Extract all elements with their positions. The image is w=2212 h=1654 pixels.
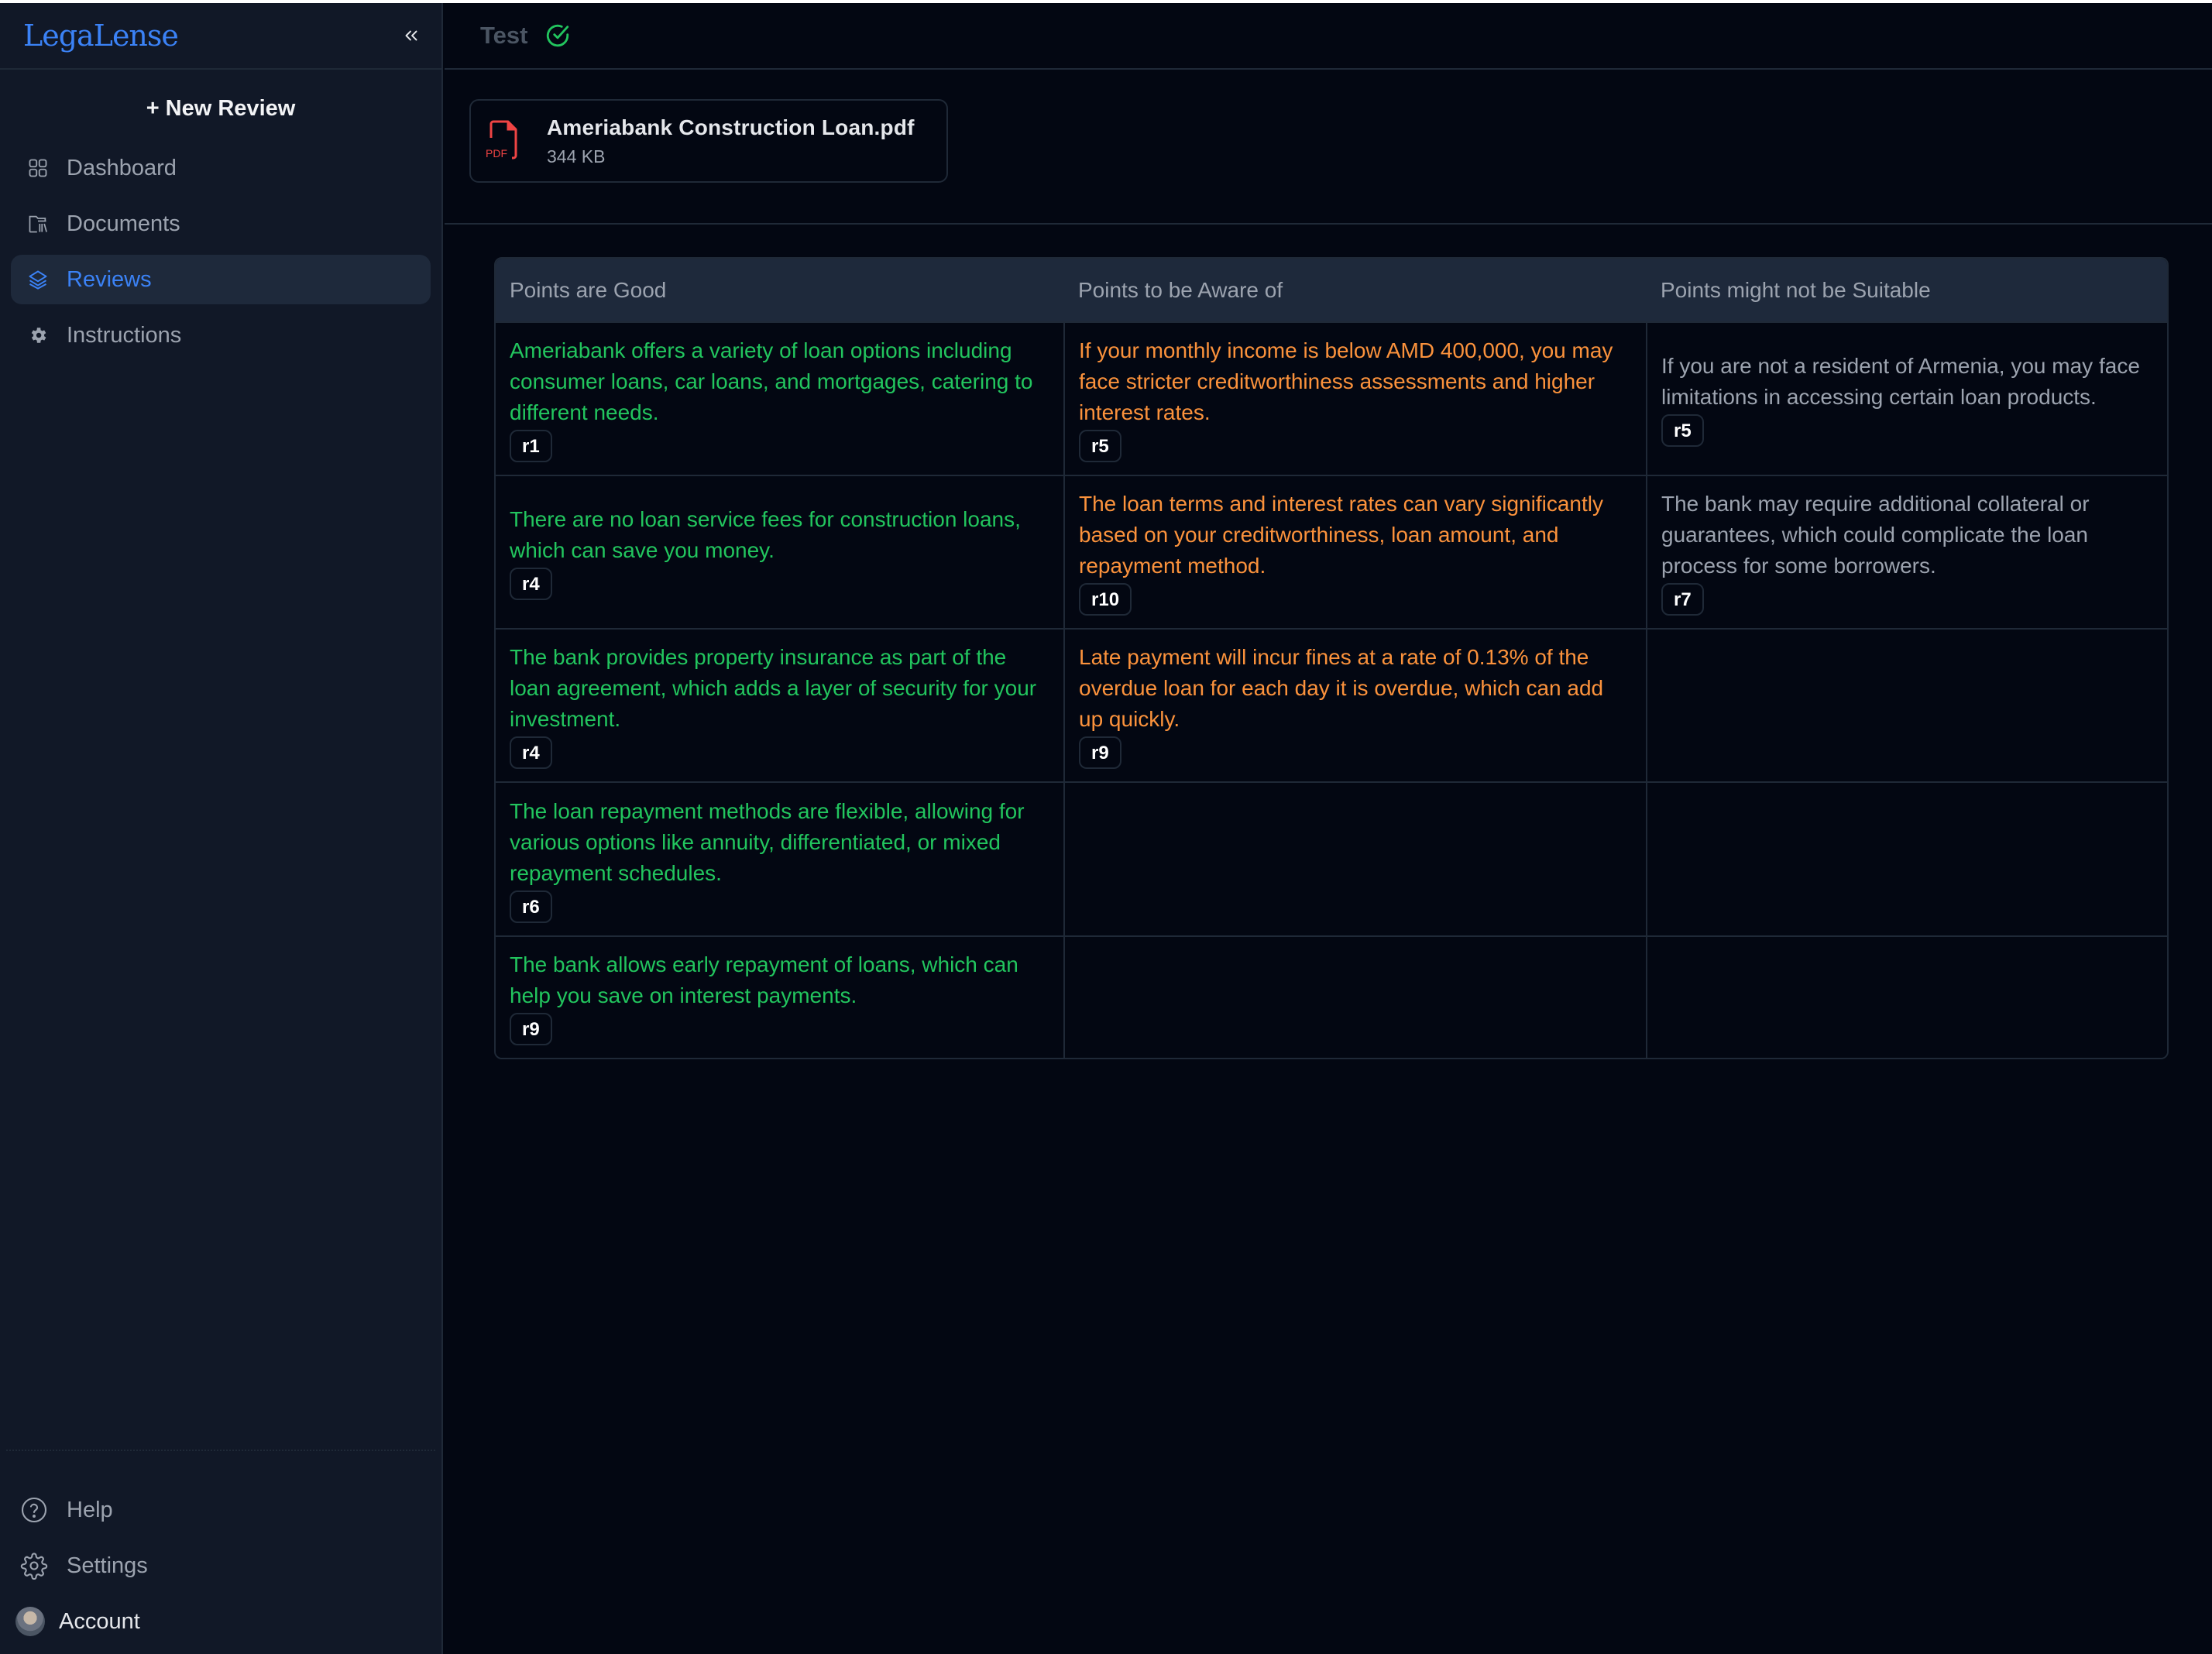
archive-icon xyxy=(26,212,50,235)
grid-icon xyxy=(26,156,50,180)
collapse-sidebar-button[interactable] xyxy=(398,22,424,49)
aware-point-cell: If your monthly income is below AMD 400,… xyxy=(1063,321,1647,475)
empty-cell xyxy=(1646,781,2167,936)
sidebar-item-label: Instructions xyxy=(67,322,182,348)
reference-badge[interactable]: r4 xyxy=(510,736,552,769)
sidebar-bottom: Help Settings Account xyxy=(0,1450,441,1654)
empty-cell xyxy=(1646,628,2167,782)
reference-badge[interactable]: r5 xyxy=(1661,414,1704,447)
review-table: Points are Good Points to be Aware of Po… xyxy=(494,257,2169,1059)
sidebar-item-instructions[interactable]: Instructions xyxy=(11,311,431,360)
review-header: Test xyxy=(445,3,2212,70)
svg-text:PDF: PDF xyxy=(486,147,507,160)
good-point-text: The bank allows early repayment of loans… xyxy=(510,952,1018,1007)
avatar xyxy=(15,1607,45,1636)
good-point-cell: The bank provides property insurance as … xyxy=(496,628,1064,782)
review-title: Test xyxy=(480,22,528,49)
column-header-unsuitable: Points might not be Suitable xyxy=(1647,259,2167,322)
settings-label: Settings xyxy=(67,1553,148,1578)
table-header-row: Points are Good Points to be Aware of Po… xyxy=(496,259,2167,322)
reference-badge[interactable]: r9 xyxy=(1079,736,1121,769)
check-circle-icon xyxy=(547,24,569,47)
aware-point-cell: The loan terms and interest rates can va… xyxy=(1063,475,1647,629)
unsuitable-point-cell: If you are not a resident of Armenia, yo… xyxy=(1646,321,2167,475)
table-row: The bank provides property insurance as … xyxy=(496,628,2167,782)
unsuitable-point-text: The bank may require additional collater… xyxy=(1661,492,2090,578)
column-header-aware: Points to be Aware of xyxy=(1064,259,1647,322)
file-name: Ameriabank Construction Loan.pdf xyxy=(547,115,915,139)
brand-bar: LegaLense xyxy=(0,3,441,70)
help-link[interactable]: Help xyxy=(0,1482,441,1538)
aware-point-cell: Late payment will incur fines at a rate … xyxy=(1063,628,1647,782)
sidebar-item-dashboard[interactable]: Dashboard xyxy=(11,143,431,193)
settings-link[interactable]: Settings xyxy=(0,1538,441,1594)
layers-icon xyxy=(26,268,50,291)
reference-badge[interactable]: r7 xyxy=(1661,583,1704,616)
sidebar-item-documents[interactable]: Documents xyxy=(11,199,431,249)
reference-badge[interactable]: r4 xyxy=(510,568,552,600)
good-point-text: Ameriabank offers a variety of loan opti… xyxy=(510,338,1033,424)
account-link[interactable]: Account xyxy=(0,1594,441,1649)
aware-point-text: If your monthly income is below AMD 400,… xyxy=(1079,338,1613,424)
account-label: Account xyxy=(59,1608,140,1634)
table-row: The loan repayment methods are flexible,… xyxy=(496,781,2167,936)
sidebar-nav: Dashboard Documents Reviews Instructions xyxy=(0,143,441,360)
good-point-text: The loan repayment methods are flexible,… xyxy=(510,798,1025,885)
sidebar: LegaLense + New Review Dashboard Documen… xyxy=(0,3,443,1654)
file-section: PDF Ameriabank Construction Loan.pdf 344… xyxy=(445,70,2212,225)
sidebar-item-label: Dashboard xyxy=(67,155,177,180)
reference-badge[interactable]: r6 xyxy=(510,890,552,923)
reference-badge[interactable]: r9 xyxy=(510,1013,552,1045)
empty-cell xyxy=(1646,935,2167,1058)
settings-gear-icon xyxy=(20,1552,48,1580)
good-point-cell: The bank allows early repayment of loans… xyxy=(496,935,1064,1058)
help-label: Help xyxy=(67,1497,113,1522)
aware-point-text: Late payment will incur fines at a rate … xyxy=(1079,645,1604,731)
unsuitable-point-text: If you are not a resident of Armenia, yo… xyxy=(1661,354,2140,409)
unsuitable-point-cell: The bank may require additional collater… xyxy=(1646,475,2167,629)
chevrons-left-icon xyxy=(405,30,417,41)
help-circle-icon xyxy=(20,1496,48,1524)
file-card[interactable]: PDF Ameriabank Construction Loan.pdf 344… xyxy=(469,99,948,183)
good-point-text: There are no loan service fees for const… xyxy=(510,507,1021,562)
good-point-text: The bank provides property insurance as … xyxy=(510,645,1037,731)
sidebar-item-label: Reviews xyxy=(67,266,152,292)
cog-icon xyxy=(26,324,50,347)
reference-badge[interactable]: r1 xyxy=(510,430,552,462)
table-row: Ameriabank offers a variety of loan opti… xyxy=(496,321,2167,475)
aware-point-text: The loan terms and interest rates can va… xyxy=(1079,492,1603,578)
file-size: 344 KB xyxy=(547,146,606,166)
brand-logo[interactable]: LegaLense xyxy=(23,19,179,53)
main-content: Test PDF Ameriabank Construction Loan.pd… xyxy=(445,3,2212,1654)
sidebar-item-reviews[interactable]: Reviews xyxy=(11,255,431,304)
table-row: The bank allows early repayment of loans… xyxy=(496,935,2167,1058)
good-point-cell: There are no loan service fees for const… xyxy=(496,475,1064,629)
divider xyxy=(6,1450,435,1451)
empty-cell xyxy=(1063,781,1647,936)
empty-cell xyxy=(1063,935,1647,1058)
reference-badge[interactable]: r5 xyxy=(1079,430,1121,462)
table-row: There are no loan service fees for const… xyxy=(496,475,2167,629)
sidebar-item-label: Documents xyxy=(67,211,180,236)
new-review-button[interactable]: + New Review xyxy=(0,96,441,122)
file-info: Ameriabank Construction Loan.pdf 344 KB xyxy=(547,115,915,167)
reference-badge[interactable]: r10 xyxy=(1079,583,1132,616)
good-point-cell: The loan repayment methods are flexible,… xyxy=(496,781,1064,936)
pdf-file-icon: PDF xyxy=(486,120,517,160)
column-header-good: Points are Good xyxy=(496,259,1064,322)
good-point-cell: Ameriabank offers a variety of loan opti… xyxy=(496,321,1064,475)
